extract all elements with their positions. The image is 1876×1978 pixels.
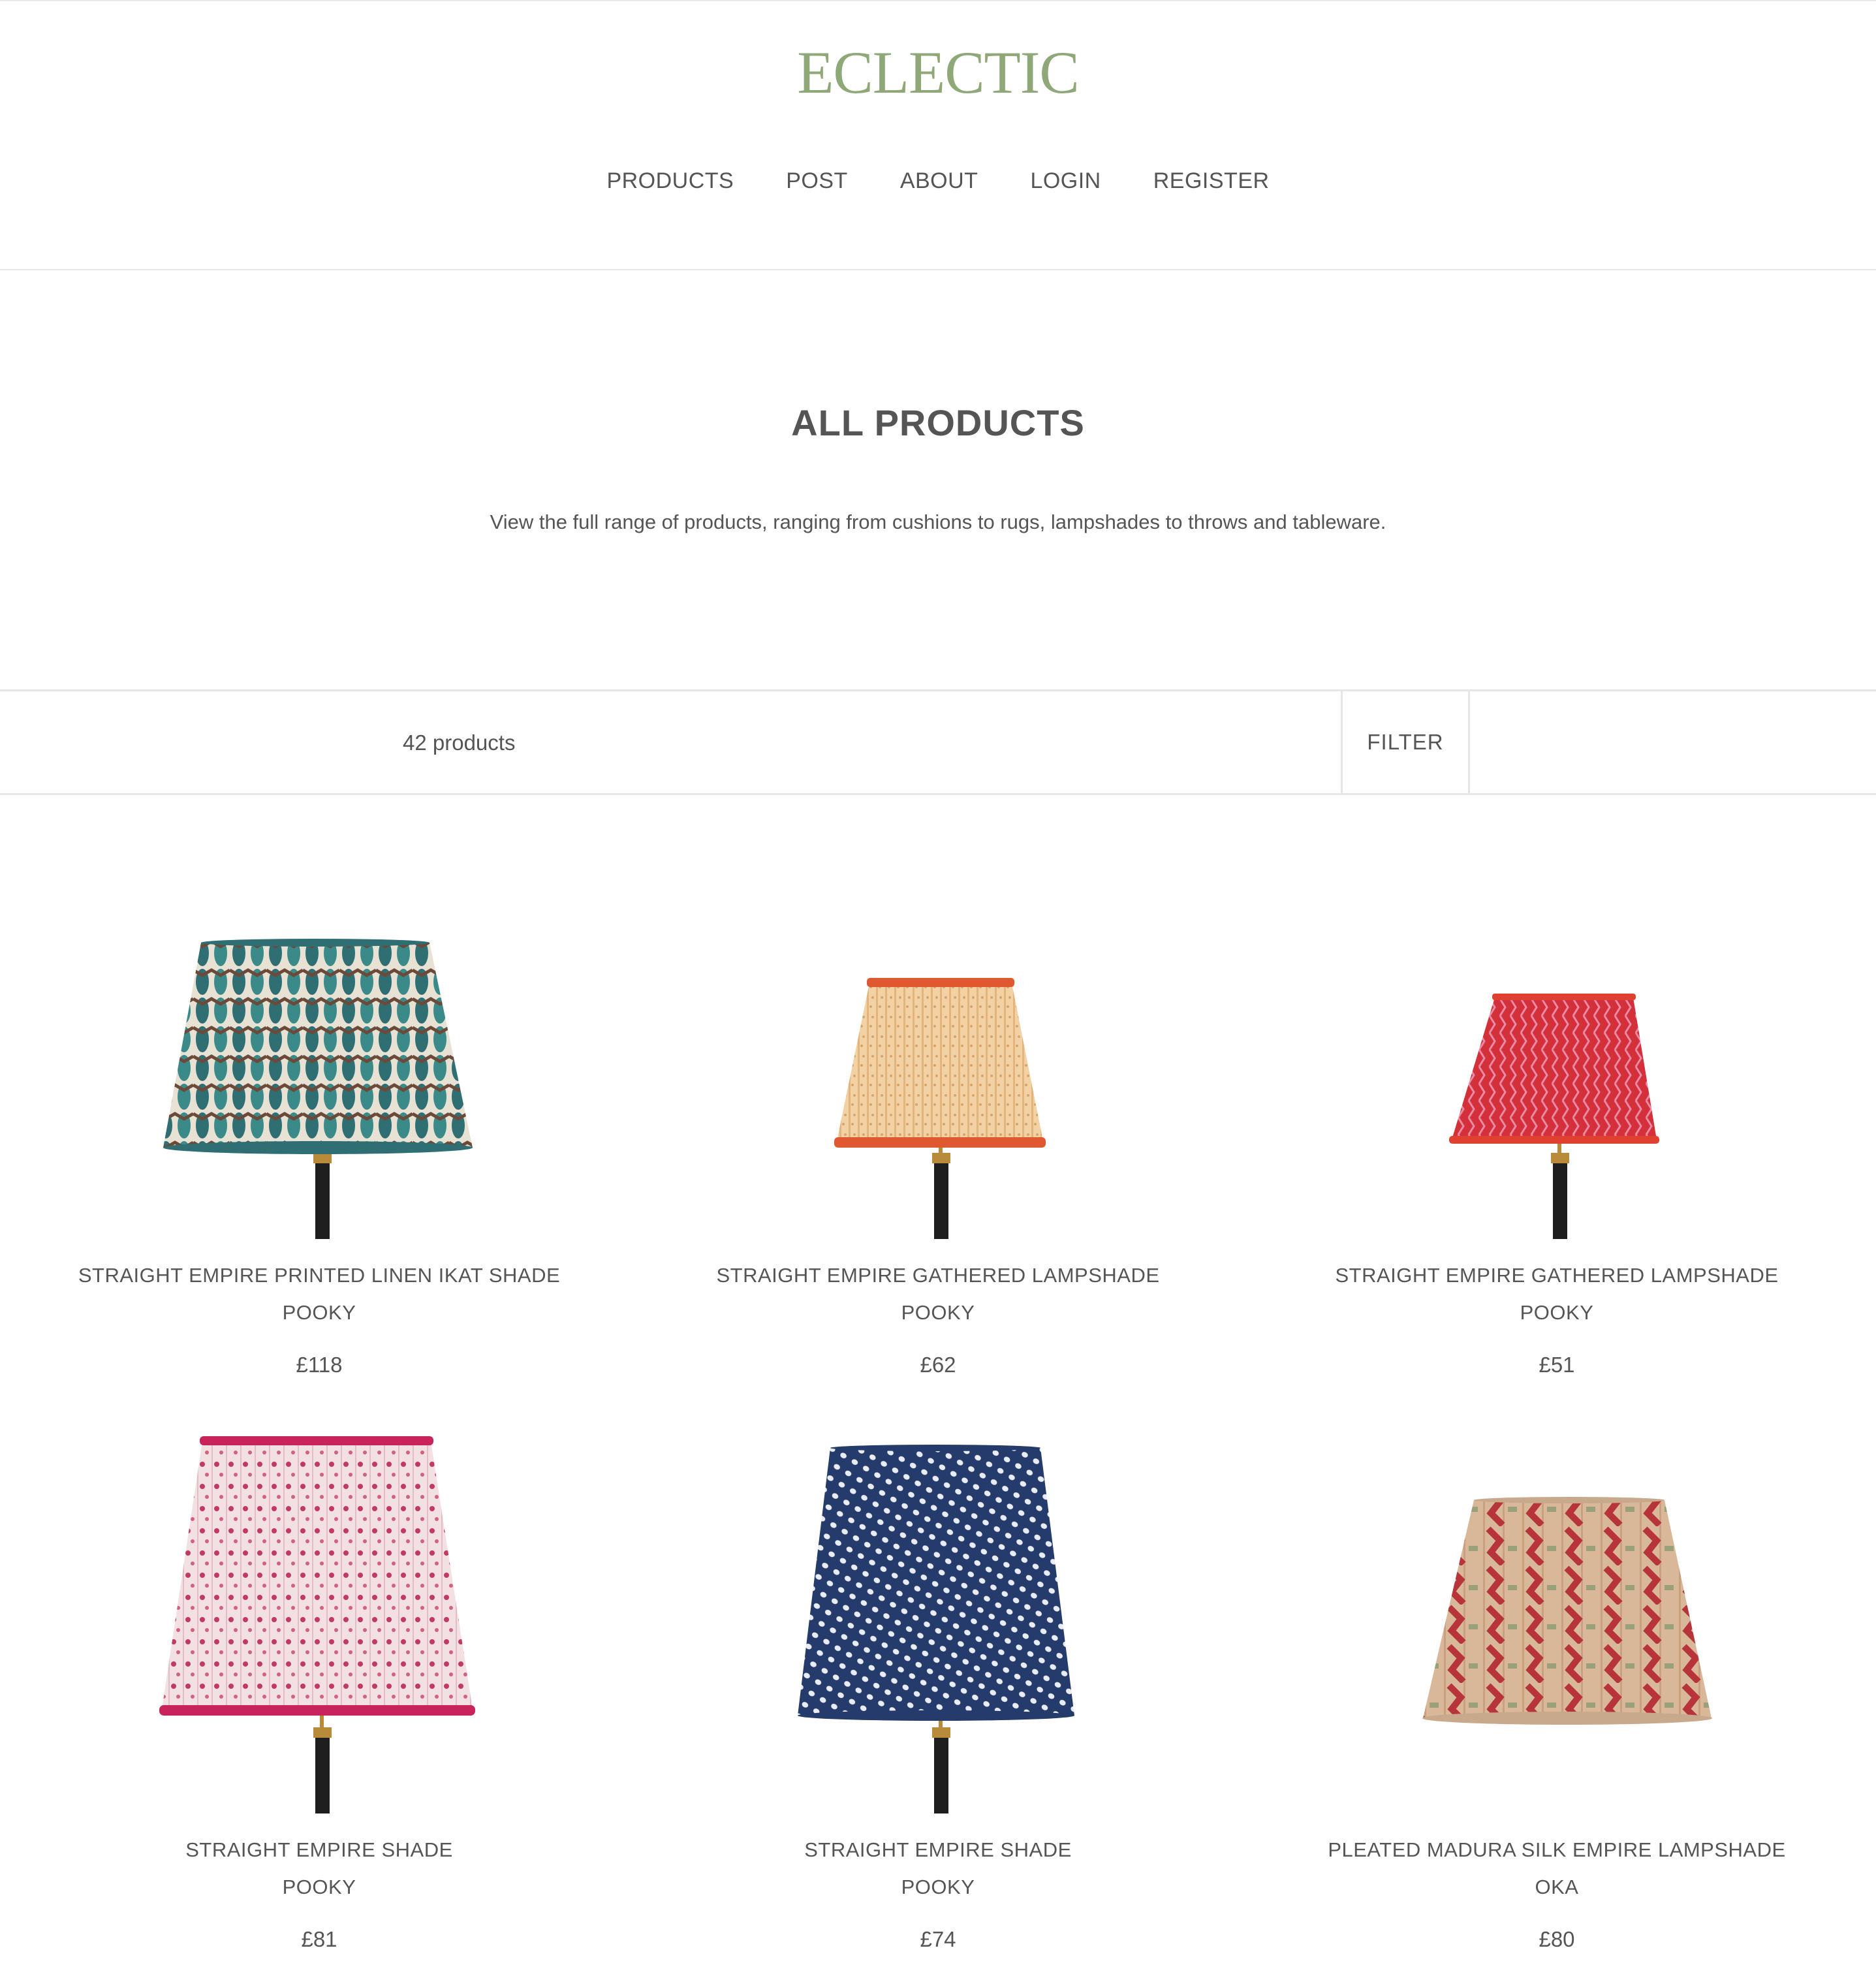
- pattern-lampshade-icon: [798, 1445, 1074, 1813]
- lamp-base: [315, 1161, 330, 1239]
- collection-toolbar: 42 products FILTER: [0, 689, 1876, 795]
- page-description: View the full range of products, ranging…: [490, 510, 1386, 533]
- lamp-base: [934, 1161, 948, 1239]
- shade-top-trim: [200, 1436, 433, 1445]
- product-image[interactable]: [629, 795, 1247, 1239]
- shade-top-trim: [201, 939, 430, 947]
- product-price: £74: [920, 1927, 956, 1951]
- product-brand: POOKY: [282, 1301, 356, 1324]
- shade-bottom-trim: [1449, 1136, 1659, 1144]
- product-image[interactable]: [10, 1370, 628, 1813]
- gathered-lampshade-icon: [834, 978, 1046, 1239]
- lamp-shade: [798, 1448, 1074, 1716]
- lamp-base: [934, 1735, 948, 1813]
- shade-top-trim: [867, 978, 1014, 987]
- product-image[interactable]: [10, 795, 628, 1239]
- product-brand: POOKY: [901, 1301, 975, 1324]
- lamp-shade: [162, 1441, 473, 1709]
- product-price: £80: [1539, 1927, 1575, 1951]
- ikat-lampshade-icon: [163, 939, 473, 1239]
- product-name[interactable]: PLEATED MADURA SILK EMPIRE LAMPSHADE: [1248, 1836, 1866, 1864]
- lamp-base: [1553, 1161, 1567, 1239]
- shade-top-trim: [830, 1445, 1040, 1451]
- product-price: £81: [301, 1927, 337, 1951]
- product-name[interactable]: STRAIGHT EMPIRE SHADE: [629, 1836, 1247, 1864]
- shade-bottom-trim: [1422, 1712, 1712, 1725]
- filter-button[interactable]: FILTER: [1341, 691, 1470, 793]
- nav-login[interactable]: LOGIN: [1030, 165, 1101, 197]
- silk-lampshade-icon: [1422, 1497, 1712, 1725]
- product-name[interactable]: STRAIGHT EMPIRE SHADE: [10, 1836, 628, 1864]
- gathered-lampshade-icon: [1449, 994, 1659, 1239]
- product-image[interactable]: [1248, 795, 1866, 1239]
- shade-bottom-trim: [798, 1710, 1074, 1721]
- lamp-shade: [837, 983, 1043, 1141]
- product-count: 42 products: [403, 730, 516, 755]
- lamp-stem: [1557, 1144, 1561, 1157]
- lamp-shade: [163, 943, 473, 1148]
- nav-register[interactable]: REGISTER: [1153, 165, 1270, 197]
- shade-bottom-trim: [834, 1137, 1046, 1148]
- site-header: ECLECTIC PRODUCTS POST ABOUT LOGIN REGIS…: [0, 0, 1876, 270]
- main-nav: PRODUCTS POST ABOUT LOGIN REGISTER: [0, 165, 1876, 197]
- shade-top-trim: [1474, 1497, 1665, 1503]
- floral-lampshade-icon: [159, 1436, 475, 1813]
- product-name[interactable]: STRAIGHT EMPIRE PRINTED LINEN IKAT SHADE: [10, 1261, 628, 1290]
- page-title: ALL PRODUCTS: [791, 402, 1085, 443]
- product-image[interactable]: [629, 1370, 1247, 1813]
- product-brand: POOKY: [901, 1876, 975, 1898]
- lamp-shade: [1452, 997, 1657, 1140]
- nav-post[interactable]: POST: [786, 165, 848, 197]
- product-name[interactable]: STRAIGHT EMPIRE GATHERED LAMPSHADE: [1248, 1261, 1866, 1290]
- lamp-base: [315, 1735, 330, 1813]
- product-image[interactable]: [1248, 1370, 1866, 1813]
- product-brand: OKA: [1535, 1876, 1579, 1898]
- product-brand: POOKY: [282, 1876, 356, 1898]
- lamp-shade: [1423, 1500, 1712, 1718]
- shade-bottom-trim: [159, 1705, 475, 1716]
- nav-about[interactable]: ABOUT: [900, 165, 978, 197]
- lamp-stem: [320, 1714, 324, 1730]
- site-logo[interactable]: ECLECTIC: [0, 37, 1876, 108]
- lamp-fitting: [313, 1153, 332, 1163]
- shade-top-trim: [1492, 994, 1636, 1000]
- product-brand: POOKY: [1520, 1301, 1594, 1324]
- nav-products[interactable]: PRODUCTS: [606, 165, 734, 197]
- product-name[interactable]: STRAIGHT EMPIRE GATHERED LAMPSHADE: [629, 1261, 1247, 1290]
- lamp-stem: [939, 1148, 943, 1161]
- shade-bottom-trim: [163, 1141, 473, 1154]
